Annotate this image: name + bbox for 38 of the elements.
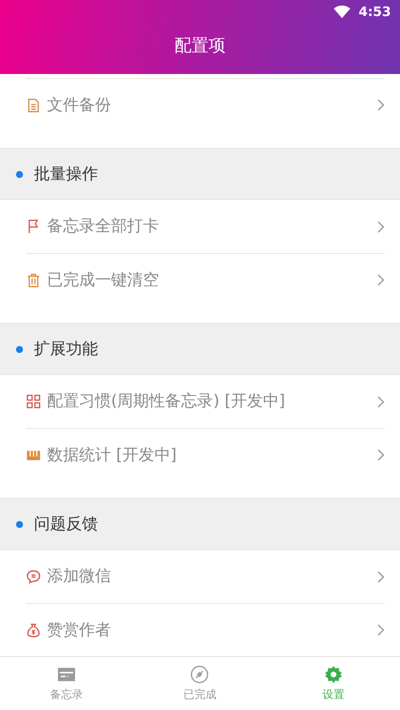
page-title: 配置项 bbox=[174, 35, 226, 57]
row-label: 数据统计 [开发中] bbox=[47, 444, 178, 466]
row-label: 文件备份 bbox=[47, 94, 112, 116]
chevron-right-icon bbox=[377, 623, 385, 637]
settings-icon bbox=[324, 665, 343, 684]
settings-row[interactable]: 添加微信 bbox=[26, 550, 385, 603]
document-icon bbox=[26, 98, 41, 112]
row-label: 备忘录全部打卡 bbox=[47, 216, 160, 237]
settings-row[interactable]: 配置习惯(周期性备忘录) [开发中] bbox=[26, 375, 385, 428]
chevron-right-icon bbox=[377, 98, 385, 112]
row-label: 配置习惯(周期性备忘录) [开发中] bbox=[47, 391, 286, 412]
bullet-icon bbox=[16, 170, 23, 178]
row-label: 赞赏作者 bbox=[47, 620, 112, 640]
status-time: 4:53 bbox=[358, 4, 391, 20]
card-icon bbox=[57, 665, 76, 684]
settings-row[interactable]: 文件备份 bbox=[26, 78, 385, 131]
section-title: 批量操作 bbox=[34, 164, 98, 184]
row-label: 已完成一键清空 bbox=[47, 270, 160, 290]
money-bag-icon bbox=[26, 622, 41, 638]
chevron-right-icon bbox=[377, 448, 385, 462]
settings-row[interactable]: 赞赏作者 bbox=[26, 603, 385, 656]
bullet-icon bbox=[16, 520, 23, 528]
chevron-right-icon bbox=[377, 570, 385, 584]
flag-icon bbox=[26, 219, 41, 234]
settings-row[interactable]: 已完成一键清空 bbox=[26, 253, 385, 306]
row-label: 添加微信 bbox=[47, 566, 112, 587]
chevron-right-icon bbox=[377, 394, 385, 408]
chevron-right-icon bbox=[377, 273, 385, 287]
grid-icon bbox=[26, 394, 41, 409]
bullet-icon bbox=[16, 346, 23, 352]
settings-row[interactable]: 备忘录全部打卡 bbox=[26, 200, 385, 253]
trash-icon bbox=[26, 272, 41, 288]
section-title: 问题反馈 bbox=[34, 514, 98, 534]
settings-row[interactable]: 数据统计 [开发中] bbox=[26, 428, 385, 481]
chevron-right-icon bbox=[377, 220, 385, 234]
chat-icon bbox=[26, 569, 41, 584]
section-title: 扩展功能 bbox=[34, 338, 98, 360]
wifi-icon bbox=[332, 5, 351, 19]
